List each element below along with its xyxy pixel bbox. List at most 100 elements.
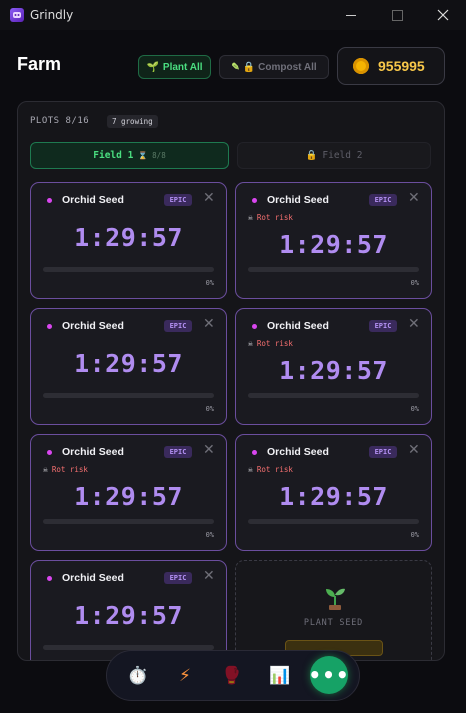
remove-plot-icon[interactable]: ✕: [408, 317, 420, 331]
seed-name: Orchid Seed: [62, 572, 124, 584]
rot-risk-label: Rot risk: [256, 339, 293, 348]
plots-panel: PLOTS 8/16 7 growing Field 1 ⌛ 8/8 🔒 Fie…: [17, 101, 445, 661]
grow-timer: 1:29:57: [279, 482, 388, 511]
lightning-icon: ⚡: [179, 666, 191, 686]
progress-percent: 0%: [205, 531, 214, 539]
tab-label: Field 2: [322, 150, 363, 161]
compost-all-button[interactable]: ✎ 🔒 Compost All: [219, 55, 329, 79]
rot-risk-label: Rot risk: [256, 213, 293, 222]
skull-icon: ☠: [248, 465, 253, 474]
shovel-icon: ✎: [231, 61, 240, 73]
lock-icon: 🔒: [305, 150, 318, 161]
rot-risk-label: Rot risk: [256, 465, 293, 474]
dock-stats-button[interactable]: 📊: [263, 659, 297, 693]
close-icon: [437, 9, 449, 21]
rarity-badge: EPIC: [369, 320, 397, 332]
seed-name: Orchid Seed: [267, 446, 329, 458]
minimize-button[interactable]: [328, 0, 374, 30]
seed-name: Orchid Seed: [62, 320, 124, 332]
rarity-dot-icon: [47, 324, 52, 329]
plots-count: PLOTS 8/16: [30, 116, 90, 126]
window-title: Grindly: [30, 8, 74, 22]
rarity-dot-icon: [47, 450, 52, 455]
remove-plot-icon[interactable]: ✕: [408, 443, 420, 457]
dock-boost-button[interactable]: ⚡: [168, 659, 202, 693]
progress-percent: 0%: [410, 531, 419, 539]
lock-icon: 🔒: [242, 61, 256, 73]
rot-risk: ☠ Rot risk: [248, 213, 293, 222]
bottom-dock: ⏱️ ⚡ 🥊 📊 •••: [106, 650, 360, 701]
rarity-badge: EPIC: [164, 572, 192, 584]
rarity-dot-icon: [47, 576, 52, 581]
rarity-badge: EPIC: [369, 194, 397, 206]
rarity-dot-icon: [47, 198, 52, 203]
grow-timer: 1:29:57: [74, 482, 183, 511]
dock-timer-button[interactable]: ⏱️: [121, 659, 155, 693]
seed-name: Orchid Seed: [62, 446, 124, 458]
grow-timer: 1:29:57: [279, 230, 388, 259]
remove-plot-icon[interactable]: ✕: [203, 443, 215, 457]
skull-icon: ☠: [248, 213, 253, 222]
farm-header: Farm 🌱 Plant All ✎ 🔒 Compost All 955995: [0, 30, 466, 102]
tab-field-1[interactable]: Field 1 ⌛ 8/8: [30, 142, 229, 169]
dock-arena-button[interactable]: 🥊: [215, 659, 249, 693]
close-window-button[interactable]: [420, 0, 466, 30]
progress-percent: 0%: [205, 279, 214, 287]
rarity-badge: EPIC: [369, 446, 397, 458]
page-title: Farm: [17, 54, 62, 74]
progress-bar: [43, 393, 214, 398]
rarity-badge: EPIC: [164, 320, 192, 332]
stopwatch-icon: ⏱️: [127, 666, 149, 686]
dock-more-button[interactable]: •••: [308, 656, 350, 694]
plot-card[interactable]: Orchid Seed EPIC ✕ ☠ Rot risk 1:29:57 0%: [235, 434, 432, 551]
grow-timer: 1:29:57: [279, 356, 388, 385]
plot-card[interactable]: Orchid Seed EPIC ✕ ☠ Rot risk 1:29:57 0%: [235, 308, 432, 425]
remove-plot-icon[interactable]: ✕: [408, 191, 420, 205]
rarity-badge: EPIC: [164, 446, 192, 458]
grow-timer: 1:29:57: [74, 349, 183, 378]
plot-card[interactable]: Orchid Seed EPIC ✕ ☠ Rot risk 1:29:57 0%: [30, 434, 227, 551]
remove-plot-icon[interactable]: ✕: [203, 569, 215, 583]
progress-bar: [248, 267, 419, 272]
progress-bar: [248, 393, 419, 398]
seed-name: Orchid Seed: [267, 320, 329, 332]
seed-name: Orchid Seed: [62, 194, 124, 206]
sprout-icon: [326, 588, 345, 610]
more-icon: •••: [308, 663, 350, 687]
rarity-dot-icon: [252, 450, 257, 455]
progress-bar: [43, 519, 214, 524]
rot-risk: ☠ Rot risk: [43, 465, 88, 474]
coin-icon: [353, 58, 369, 74]
skull-icon: ☠: [248, 339, 253, 348]
tab-field-2[interactable]: 🔒 Field 2: [237, 142, 431, 169]
tab-label: Field 1: [93, 150, 134, 161]
maximize-button[interactable]: [374, 0, 420, 30]
remove-plot-icon[interactable]: ✕: [203, 191, 215, 205]
remove-plot-icon[interactable]: ✕: [203, 317, 215, 331]
progress-percent: 0%: [410, 405, 419, 413]
plot-card[interactable]: Orchid Seed EPIC ✕ 1:29:57: [30, 560, 227, 660]
grow-timer: 1:29:57: [74, 601, 183, 630]
plant-all-button[interactable]: 🌱 Plant All: [138, 55, 211, 79]
rarity-badge: EPIC: [164, 194, 192, 206]
title-bar: Grindly: [0, 0, 466, 30]
rot-risk: ☠ Rot risk: [248, 339, 293, 348]
tab-count: 8/8: [152, 151, 166, 160]
plot-card[interactable]: Orchid Seed EPIC ✕ 1:29:57 0%: [30, 308, 227, 425]
hourglass-icon: ⌛: [138, 151, 148, 160]
boxing-gloves-icon: 🥊: [221, 666, 243, 686]
rot-risk-label: Rot risk: [51, 465, 88, 474]
grow-timer: 1:29:57: [74, 223, 183, 252]
growing-badge: 7 growing: [107, 115, 158, 128]
progress-bar: [248, 519, 419, 524]
coin-balance: 955995: [337, 47, 445, 85]
progress-bar: [43, 267, 214, 272]
plot-card[interactable]: Orchid Seed EPIC ✕ ☠ Rot risk 1:29:57 0%: [235, 182, 432, 299]
sprout-icon: 🌱: [146, 61, 159, 73]
plot-card[interactable]: Orchid Seed EPIC ✕ 1:29:57 0%: [30, 182, 227, 299]
plant-seed-slot[interactable]: PLANT SEED: [235, 560, 432, 660]
progress-percent: 0%: [410, 279, 419, 287]
maximize-icon: [391, 9, 403, 21]
plant-all-label: Plant All: [162, 61, 203, 73]
minimize-icon: [346, 14, 356, 16]
